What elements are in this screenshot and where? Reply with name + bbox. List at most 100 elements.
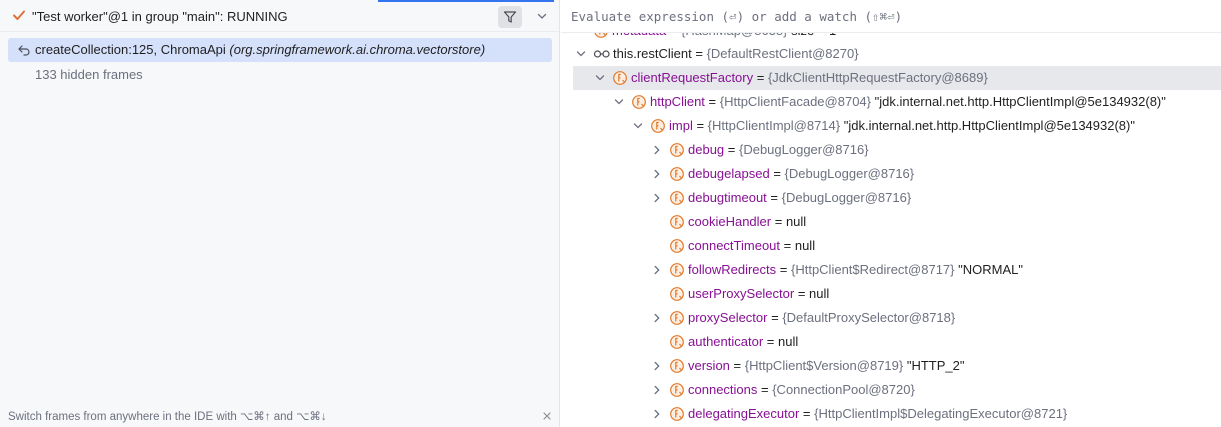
chevron-right-icon[interactable] — [651, 360, 663, 372]
variable-type: {DebugLogger@8716} — [738, 142, 869, 157]
variables-tree: metadata = {HashMap@8638} size = 1this.r… — [561, 0, 1221, 427]
thread-label[interactable]: "Test worker"@1 in group "main": RUNNING — [32, 9, 288, 24]
field-icon — [669, 406, 685, 422]
variable-row[interactable]: debug = {DebugLogger@8716} — [561, 138, 1221, 162]
variable-row[interactable]: authenticator = null — [561, 330, 1221, 354]
chevron-right-icon[interactable] — [651, 168, 663, 180]
field-icon — [669, 142, 685, 158]
chevron-right-icon[interactable] — [651, 408, 663, 420]
variable-row[interactable]: impl = {HttpClientImpl@8714} "jdk.intern… — [561, 114, 1221, 138]
variable-row[interactable]: version = {HttpClient$Version@8719} "HTT… — [561, 354, 1221, 378]
variable-row[interactable]: userProxySelector = null — [561, 282, 1221, 306]
equals-sign: = — [691, 46, 707, 61]
variable-name: version — [688, 358, 730, 373]
equals-sign: = — [757, 382, 773, 397]
variable-type: {HttpClientImpl@8714} — [707, 118, 841, 133]
equals-sign: = — [766, 190, 782, 205]
field-icon — [669, 382, 685, 398]
field-icon — [669, 310, 685, 326]
variable-type: {HttpClientImpl$DelegatingExecutor@8721} — [814, 406, 1068, 421]
field-icon — [650, 118, 666, 134]
equals-sign: = — [799, 406, 815, 421]
variable-row[interactable]: connectTimeout = null — [561, 234, 1221, 258]
frame-package: (org.springframework.ai.chroma.vectorsto… — [229, 42, 486, 57]
field-icon — [669, 238, 685, 254]
variable-name: userProxySelector — [688, 286, 795, 301]
variables-panel: metadata = {HashMap@8638} size = 1this.r… — [561, 0, 1221, 427]
hidden-frames-link[interactable]: 133 hidden frames — [35, 67, 143, 82]
field-icon — [669, 190, 685, 206]
variable-name: delegatingExecutor — [688, 406, 800, 421]
field-icon — [669, 262, 685, 278]
variable-row[interactable]: cookieHandler = null — [561, 210, 1221, 234]
variable-row[interactable]: connections = {ConnectionPool@8720} — [561, 378, 1221, 402]
check-icon — [12, 8, 26, 22]
variable-type: {HttpClient$Redirect@8717} — [790, 262, 955, 277]
chevron-right-icon[interactable] — [651, 312, 663, 324]
filter-frames-button[interactable] — [498, 6, 522, 28]
field-icon — [669, 214, 685, 230]
evaluate-expression-input[interactable] — [571, 6, 1131, 26]
variable-type: {JdkClientHttpRequestFactory@8689} — [767, 70, 988, 85]
equals-sign: = — [729, 358, 745, 373]
variable-value: null — [785, 214, 807, 229]
chevron-right-icon[interactable] — [651, 192, 663, 204]
chevron-right-icon[interactable] — [651, 264, 663, 276]
field-icon — [669, 286, 685, 302]
equals-sign: = — [724, 142, 739, 157]
field-icon — [669, 358, 685, 374]
evaluate-bar — [561, 0, 1221, 33]
variable-name: impl — [669, 118, 693, 133]
variable-row[interactable]: clientRequestFactory = {JdkClientHttpReq… — [573, 66, 1221, 90]
variable-type: {DebugLogger@8716} — [784, 166, 915, 181]
variable-name: debug — [688, 142, 725, 157]
variable-name: this.restClient — [613, 46, 692, 61]
variable-name: debugtimeout — [688, 190, 767, 205]
variable-row[interactable]: followRedirects = {HttpClient$Redirect@8… — [561, 258, 1221, 282]
variable-row[interactable]: debugtimeout = {DebugLogger@8716} — [561, 186, 1221, 210]
chevron-right-icon[interactable] — [651, 384, 663, 396]
equals-sign: = — [776, 262, 791, 277]
chevron-down-icon[interactable] — [632, 120, 644, 132]
frames-panel: "Test worker"@1 in group "main": RUNNING… — [0, 0, 560, 427]
chevron-down-icon[interactable] — [594, 72, 606, 84]
watch-glasses-icon — [593, 46, 610, 62]
field-icon — [669, 166, 685, 182]
stack-frame-row[interactable]: createCollection:125, ChromaApi (org.spr… — [8, 38, 552, 62]
variable-row[interactable]: debugelapsed = {DebugLogger@8716} — [561, 162, 1221, 186]
chevron-down-icon[interactable] — [535, 9, 549, 23]
variable-row[interactable]: delegatingExecutor = {HttpClientImpl$Del… — [561, 402, 1221, 426]
variable-row[interactable]: httpClient = {HttpClientFacade@8704} "jd… — [561, 90, 1221, 114]
variable-name: cookieHandler — [688, 214, 772, 229]
variable-name: connections — [688, 382, 758, 397]
variable-value: null — [809, 286, 830, 301]
equals-sign: = — [769, 166, 785, 181]
variable-name: httpClient — [650, 94, 705, 109]
equals-sign: = — [794, 286, 810, 301]
variable-row[interactable]: proxySelector = {DefaultProxySelector@87… — [561, 306, 1221, 330]
equals-sign: = — [763, 334, 778, 349]
equals-sign: = — [704, 94, 720, 109]
frame-return-icon — [17, 43, 31, 57]
field-icon — [612, 70, 628, 86]
equals-sign: = — [767, 310, 783, 325]
variable-value: "HTTP_2" — [906, 358, 965, 373]
variable-name: debugelapsed — [688, 166, 770, 181]
variable-type: {DefaultProxySelector@8718} — [782, 310, 956, 325]
chevron-down-icon[interactable] — [613, 96, 625, 108]
frames-tip: Switch frames from anywhere in the IDE w… — [8, 411, 327, 423]
variable-name: proxySelector — [688, 310, 768, 325]
chevron-down-icon[interactable] — [575, 48, 587, 60]
close-icon[interactable] — [541, 410, 553, 422]
variable-name: clientRequestFactory — [631, 70, 754, 85]
variable-type: {ConnectionPool@8720} — [772, 382, 915, 397]
variable-row[interactable]: this.restClient = {DefaultRestClient@827… — [561, 42, 1221, 66]
equals-sign: = — [771, 214, 786, 229]
thread-selector[interactable]: "Test worker"@1 in group "main": RUNNING — [0, 3, 559, 32]
frame-method: createCollection:125, ChromaApi — [35, 42, 226, 57]
variable-type: {DebugLogger@8716} — [781, 190, 912, 205]
variable-type: {DefaultRestClient@8270} — [706, 46, 859, 61]
chevron-right-icon[interactable] — [651, 144, 663, 156]
equals-sign: = — [692, 118, 708, 133]
variable-value: "NORMAL" — [958, 262, 1023, 277]
